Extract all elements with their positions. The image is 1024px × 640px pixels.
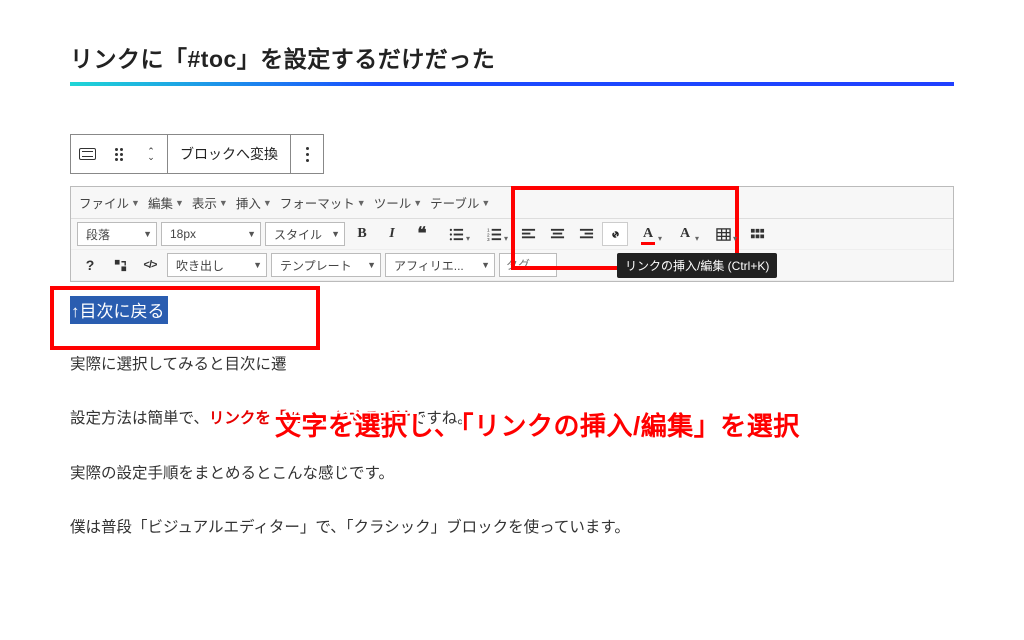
menu-insert[interactable]: 挿入▼ bbox=[236, 193, 272, 212]
selected-text[interactable]: ↑目次に戻る bbox=[70, 296, 168, 324]
align-link-color-group: リンクの挿入/編集 (Ctrl+K) A A bbox=[515, 222, 702, 246]
dropdown-speech[interactable]: 吹き出し▼ bbox=[167, 253, 267, 277]
paragraph-4: 僕は普段「ビジュアルエディター」で、「クラシック」ブロックを使っています。 bbox=[70, 515, 954, 541]
menu-format[interactable]: フォーマット▼ bbox=[280, 193, 366, 212]
dropdown-style[interactable]: スタイル▼ bbox=[265, 222, 345, 246]
classic-block-icon[interactable] bbox=[71, 135, 103, 173]
editor-content[interactable]: ↑目次に戻る bbox=[70, 296, 954, 324]
link-tooltip: リンクの挿入/編集 (Ctrl+K) bbox=[617, 253, 777, 278]
toolbar-row-1: 段落▼ 18px▼ スタイル▼ B I ❝ 123 リンクの挿入/編集 (Ctr… bbox=[71, 219, 953, 250]
align-center-button[interactable] bbox=[544, 222, 570, 246]
title-underline bbox=[70, 82, 954, 86]
text-color-button[interactable]: A bbox=[631, 222, 665, 246]
bold-button[interactable]: B bbox=[349, 222, 375, 246]
paragraph-1: 実際に選択してみると目次に遷 bbox=[70, 352, 954, 378]
html-button[interactable]: </> bbox=[137, 253, 163, 277]
unordered-list-button[interactable] bbox=[439, 222, 473, 246]
tag-input[interactable] bbox=[499, 253, 557, 277]
toolbar-row-2: ? </> 吹き出し▼ テンプレート▼ アフィリエ...▼ bbox=[71, 250, 953, 281]
background-color-button[interactable]: A bbox=[668, 222, 702, 246]
align-left-button[interactable] bbox=[515, 222, 541, 246]
section-title: リンクに「#toc」を設定するだけだった bbox=[70, 40, 954, 74]
menu-tools[interactable]: ツール▼ bbox=[374, 193, 422, 212]
drag-handle-icon[interactable] bbox=[103, 135, 135, 173]
dropdown-fontsize[interactable]: 18px▼ bbox=[161, 222, 261, 246]
paragraph-3: 実際の設定手順をまとめるとこんな感じです。 bbox=[70, 461, 954, 487]
insert-link-button[interactable]: リンクの挿入/編集 (Ctrl+K) bbox=[602, 222, 628, 246]
menu-edit[interactable]: 編集▼ bbox=[148, 193, 184, 212]
menu-view[interactable]: 表示▼ bbox=[192, 193, 228, 212]
blockquote-button[interactable]: ❝ bbox=[409, 222, 435, 246]
toolbar-toggle-button[interactable] bbox=[744, 222, 770, 246]
dropdown-paragraph[interactable]: 段落▼ bbox=[77, 222, 157, 246]
convert-block-button[interactable]: ブロックへ変換 bbox=[168, 135, 290, 173]
ordered-list-button[interactable]: 123 bbox=[477, 222, 511, 246]
more-options-icon[interactable] bbox=[291, 135, 323, 173]
align-right-button[interactable] bbox=[573, 222, 599, 246]
table-button[interactable] bbox=[706, 222, 740, 246]
svg-text:3: 3 bbox=[487, 237, 490, 242]
editor-toolbar: ファイル▼ 編集▼ 表示▼ 挿入▼ フォーマット▼ ツール▼ テーブル▼ 段落▼… bbox=[70, 186, 954, 282]
menu-table[interactable]: テーブル▼ bbox=[430, 193, 490, 212]
dropdown-template[interactable]: テンプレート▼ bbox=[271, 253, 381, 277]
dropdown-affiliate[interactable]: アフィリエ...▼ bbox=[385, 253, 495, 277]
annotation-overlay-text: 文字を選択し、「リンクの挿入/編集」を選択 bbox=[275, 406, 800, 443]
menu-bar: ファイル▼ 編集▼ 表示▼ 挿入▼ フォーマット▼ ツール▼ テーブル▼ bbox=[71, 187, 953, 219]
menu-file[interactable]: ファイル▼ bbox=[79, 193, 140, 212]
italic-button[interactable]: I bbox=[379, 222, 405, 246]
shortcode-button[interactable] bbox=[107, 253, 133, 277]
help-button[interactable]: ? bbox=[77, 253, 103, 277]
block-toolbar: ⌃⌄ ブロックへ変換 bbox=[70, 134, 324, 174]
move-updown-icon[interactable]: ⌃⌄ bbox=[135, 135, 167, 173]
